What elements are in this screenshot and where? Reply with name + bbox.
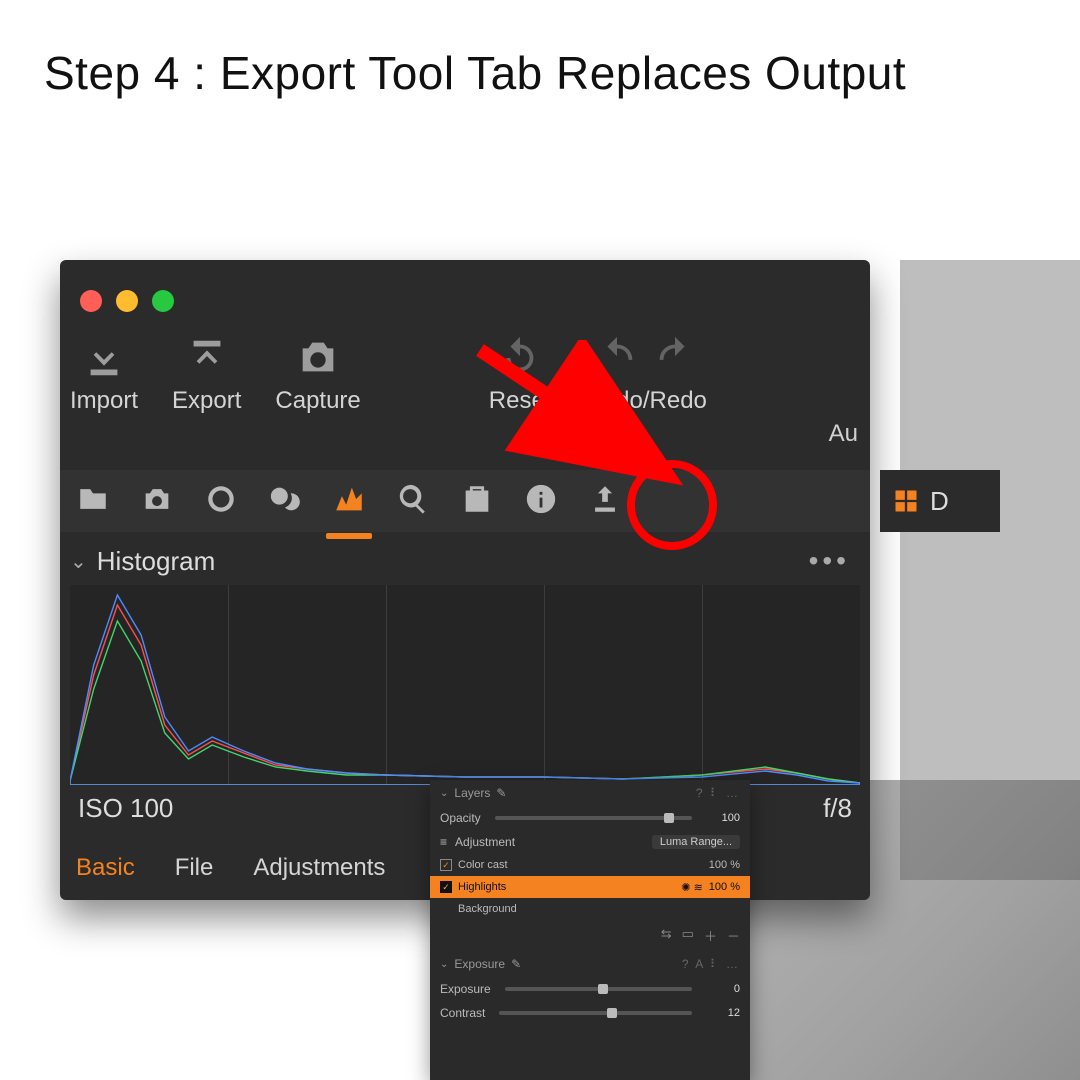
zoom-window[interactable]	[152, 290, 174, 312]
capture-tab[interactable]	[140, 482, 174, 521]
tool-tab-strip	[60, 470, 870, 532]
luma-range-button[interactable]: Luma Range...	[652, 835, 740, 849]
layer-value: 100 %	[709, 859, 740, 871]
library-tab[interactable]	[76, 482, 110, 521]
export-icon	[588, 482, 622, 516]
add-layer-button[interactable]: ＋	[704, 926, 717, 945]
opacity-row: Opacity 100	[430, 806, 750, 830]
capture-button[interactable]: Capture	[275, 335, 360, 415]
undo-redo-group[interactable]: Undo/Redo	[585, 335, 706, 415]
exposure-menu[interactable]: ? A ⠇ …	[682, 957, 740, 971]
contrast-row: Contrast 12	[430, 1001, 750, 1025]
main-toolbar: Import Export Capture Reset Undo/Redo	[70, 335, 707, 415]
meta-file[interactable]: File	[175, 854, 214, 882]
layer-colorcast[interactable]: ✓ Color cast 100 %	[430, 854, 750, 876]
adjustments-tab[interactable]	[460, 482, 494, 521]
checkbox-icon[interactable]: ✓	[440, 859, 452, 871]
reset-label: Reset	[489, 387, 552, 415]
metadata-tab[interactable]	[524, 482, 558, 521]
reset-icon	[497, 335, 543, 381]
layer-value: 100 %	[709, 881, 740, 893]
export-label: Export	[172, 387, 241, 415]
chevron-down-icon[interactable]: ⌄	[70, 549, 87, 574]
lens-tab[interactable]	[204, 482, 238, 521]
capture-label: Capture	[275, 387, 360, 415]
brush-icon[interactable]: ✎	[511, 957, 521, 971]
exposure-label: Exposure	[440, 982, 491, 996]
histogram-chart	[70, 585, 860, 785]
upload-icon	[184, 335, 230, 381]
circle-icon	[204, 482, 238, 516]
import-label: Import	[70, 387, 138, 415]
viewer-mode-strip: D	[880, 470, 1000, 532]
exposure-value: 0	[706, 983, 740, 995]
info-icon	[524, 482, 558, 516]
layers-footer: ⇆ ▭ ＋ －	[430, 920, 750, 951]
remove-layer-button[interactable]: －	[727, 926, 740, 945]
viewer-label-partial: D	[930, 486, 949, 517]
layer-highlights[interactable]: ✓ Highlights ✺ ≋ 100 %	[430, 876, 750, 898]
page-title: Step 4 : Export Tool Tab Replaces Output	[44, 44, 906, 104]
adjustment-row: ≡ Adjustment Luma Range...	[430, 830, 750, 854]
camera-icon	[295, 335, 341, 381]
brush-icon[interactable]: ✎	[496, 786, 506, 800]
magnifier-icon	[396, 482, 430, 516]
folder-icon	[76, 482, 110, 516]
opacity-value: 100	[706, 812, 740, 824]
details-tab[interactable]	[396, 482, 430, 521]
layers-menu[interactable]: ? ⠇ …	[696, 786, 740, 800]
contrast-slider[interactable]	[499, 1011, 692, 1015]
auto-label-partial: Au	[829, 420, 858, 448]
redo-icon	[652, 335, 698, 381]
undo-icon	[594, 335, 640, 381]
chevron-down-icon: ⌄	[440, 788, 448, 799]
meta-tabs: Basic File Adjustments	[76, 854, 385, 882]
window-controls	[80, 290, 174, 312]
minimize-window[interactable]	[116, 290, 138, 312]
meta-basic[interactable]: Basic	[76, 854, 135, 882]
meta-adjustments[interactable]: Adjustments	[253, 854, 385, 882]
panel-title: Histogram	[97, 546, 215, 577]
sliders-icon: ≡	[440, 835, 447, 849]
contrast-label: Contrast	[440, 1006, 485, 1020]
grid-icon[interactable]	[892, 487, 920, 515]
contrast-value: 12	[706, 1007, 740, 1019]
opacity-slider[interactable]	[495, 816, 692, 820]
color-tab[interactable]	[268, 482, 302, 521]
exposure-panel-header[interactable]: ⌄ Exposure ✎ ? A ⠇ …	[430, 951, 750, 977]
histogram-icon	[332, 482, 366, 516]
clipboard-icon	[460, 482, 494, 516]
layer-name: Background	[458, 903, 517, 915]
layer-name: Highlights	[458, 881, 506, 893]
exposure-title: Exposure	[454, 957, 505, 971]
reset-button[interactable]: Reset	[489, 335, 552, 415]
opacity-label: Opacity	[440, 811, 481, 825]
copy-icon[interactable]: ▭	[682, 926, 694, 945]
iso-value: ISO 100	[78, 793, 173, 824]
import-button[interactable]: Import	[70, 335, 138, 415]
download-icon	[81, 335, 127, 381]
exposure-slider[interactable]	[505, 987, 692, 991]
mask-icon[interactable]: ⇆	[661, 926, 672, 945]
export-button[interactable]: Export	[172, 335, 241, 415]
layers-title: Layers	[454, 786, 490, 800]
exposure-tab[interactable]	[332, 482, 366, 521]
undoredo-label: Undo/Redo	[585, 387, 706, 415]
camera-icon	[140, 482, 174, 516]
exposure-row: Exposure 0	[430, 977, 750, 1001]
adjustments-panel: ⌄ Layers ✎ ? ⠇ … Opacity 100 ≡ Adjustmen…	[430, 780, 750, 1080]
aperture-value: f/8	[823, 793, 852, 824]
panel-menu-button[interactable]: •••	[809, 545, 860, 577]
sun-icon: ✺ ≋	[681, 881, 703, 894]
layer-name: Color cast	[458, 859, 508, 871]
adjustment-label: Adjustment	[455, 835, 515, 849]
chevron-down-icon: ⌄	[440, 959, 448, 970]
close-window[interactable]	[80, 290, 102, 312]
export-tool-tab[interactable]	[588, 482, 622, 521]
color-icon	[268, 482, 302, 516]
layers-panel-header[interactable]: ⌄ Layers ✎ ? ⠇ …	[430, 780, 750, 806]
layer-background[interactable]: Background	[430, 898, 750, 920]
checkbox-icon[interactable]: ✓	[440, 881, 452, 893]
